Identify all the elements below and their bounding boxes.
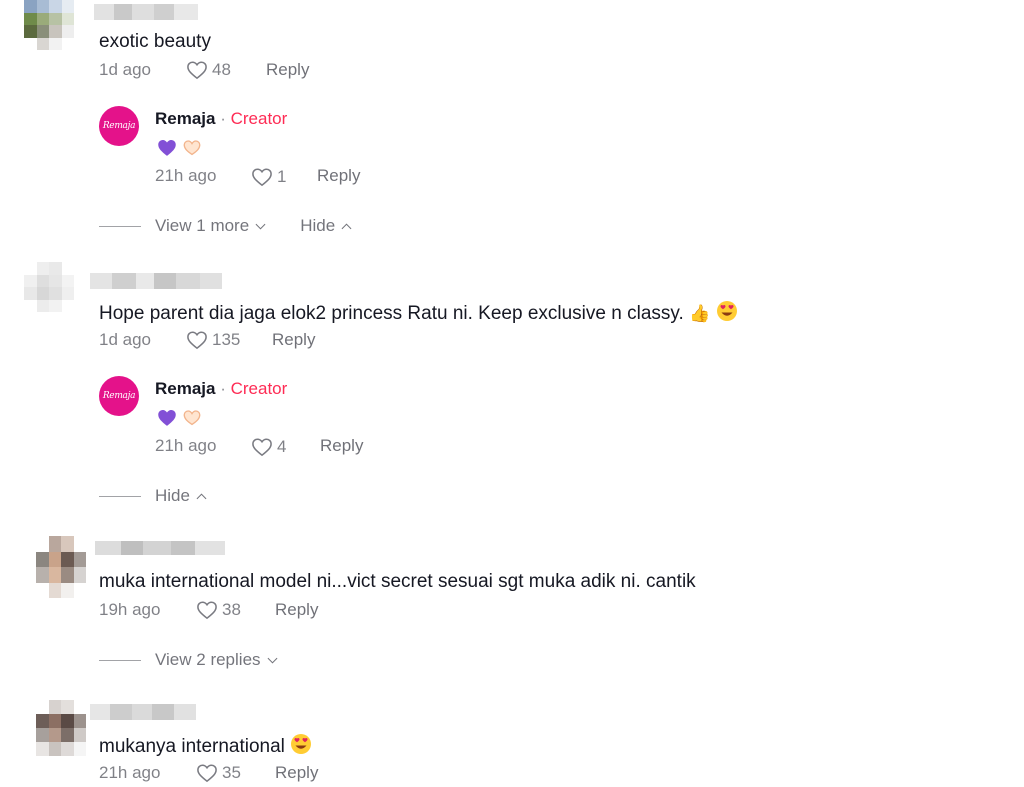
heart-hands-emoji <box>183 410 201 426</box>
thumbs-up-emoji: 👍 <box>689 304 711 323</box>
like-button[interactable]: 135 <box>186 329 240 351</box>
heart-outline-icon <box>252 438 272 457</box>
reply-button[interactable]: Reply <box>272 329 315 351</box>
comment-time: 1d ago <box>99 60 151 79</box>
user-avatar[interactable] <box>36 536 86 598</box>
reply-button[interactable]: Reply <box>317 165 360 187</box>
hide-label: Hide <box>300 216 336 235</box>
blurred-username[interactable] <box>90 704 196 720</box>
blurred-username[interactable] <box>90 273 222 289</box>
purple-heart-emoji <box>158 140 176 156</box>
comment-time: 19h ago <box>99 600 161 619</box>
user-avatar[interactable] <box>24 0 74 50</box>
comment-text: mukanya international <box>99 733 312 759</box>
creator-badge: Creator <box>230 379 288 398</box>
thread-controls: Hide <box>99 485 207 507</box>
blurred-username[interactable] <box>94 4 198 20</box>
hide-button[interactable]: Hide <box>300 215 352 237</box>
comment-text: muka international model ni...vict secre… <box>99 571 696 592</box>
creator-avatar[interactable]: Remaja <box>99 106 139 146</box>
comment-time: 21h ago <box>99 763 161 782</box>
hide-button[interactable]: Hide <box>155 485 207 507</box>
user-avatar[interactable] <box>36 700 86 756</box>
hide-label: Hide <box>155 486 190 505</box>
reply-author[interactable]: Remaja · Creator <box>155 378 287 400</box>
reply-emojis <box>157 138 203 157</box>
comment-text: exotic beauty <box>99 31 211 52</box>
thread-controls: View 1 more Hide <box>99 215 352 237</box>
like-button[interactable]: 48 <box>186 59 231 81</box>
reply-emojis <box>157 408 203 427</box>
separator-dot: · <box>215 109 231 128</box>
like-count: 35 <box>222 763 241 782</box>
reply-button[interactable]: Reply <box>320 435 363 457</box>
user-avatar[interactable] <box>24 262 74 312</box>
thread-divider <box>99 659 141 661</box>
like-button[interactable]: 35 <box>196 762 241 784</box>
author-name: Remaja <box>155 379 216 398</box>
like-count: 48 <box>212 60 231 79</box>
chevron-up-icon <box>196 493 207 503</box>
like-button[interactable]: 1 <box>251 166 286 188</box>
heart-outline-icon <box>252 168 272 187</box>
creator-logo: Remaja <box>102 391 136 401</box>
heart-outline-icon <box>197 764 217 783</box>
purple-heart-emoji <box>158 410 176 426</box>
reply-button[interactable]: Reply <box>266 59 309 81</box>
reply-author[interactable]: Remaja · Creator <box>155 108 287 130</box>
creator-logo: Remaja <box>102 121 136 131</box>
reply-button[interactable]: Reply <box>275 599 318 621</box>
like-count: 1 <box>277 167 287 186</box>
heart-outline-icon <box>197 601 217 620</box>
view-more-button[interactable]: View 1 more <box>155 215 266 237</box>
view-more-label: View 1 more <box>155 216 250 235</box>
like-count: 38 <box>222 600 241 619</box>
thread-controls: View 2 replies <box>99 649 277 671</box>
heart-outline-icon <box>187 331 207 350</box>
like-button[interactable]: 4 <box>251 436 286 458</box>
heart-eyes-emoji <box>291 734 312 754</box>
reply-time: 21h ago <box>155 436 217 455</box>
author-name: Remaja <box>155 109 216 128</box>
chevron-down-icon <box>267 653 277 663</box>
thread-divider <box>99 225 141 227</box>
heart-hands-emoji <box>183 140 201 156</box>
comment-time: 1d ago <box>99 330 151 349</box>
heart-eyes-emoji <box>716 301 737 321</box>
comment-text-body: mukanya international <box>99 736 285 757</box>
thread-divider <box>99 495 141 497</box>
heart-outline-icon <box>187 61 207 80</box>
chevron-up-icon <box>341 223 352 233</box>
view-replies-label: View 2 replies <box>155 650 261 669</box>
like-count: 4 <box>277 437 287 456</box>
chevron-down-icon <box>255 219 266 229</box>
reply-time: 21h ago <box>155 166 217 185</box>
comment-text-body: Hope parent dia jaga elok2 princess Ratu… <box>99 303 684 324</box>
comment-text: Hope parent dia jaga elok2 princess Ratu… <box>99 300 738 326</box>
reply-button[interactable]: Reply <box>275 762 318 784</box>
view-replies-button[interactable]: View 2 replies <box>155 649 277 671</box>
creator-avatar[interactable]: Remaja <box>99 376 139 416</box>
like-button[interactable]: 38 <box>196 599 241 621</box>
separator-dot: · <box>215 379 231 398</box>
blurred-username[interactable] <box>95 541 225 555</box>
creator-badge: Creator <box>230 109 288 128</box>
like-count: 135 <box>212 330 241 349</box>
